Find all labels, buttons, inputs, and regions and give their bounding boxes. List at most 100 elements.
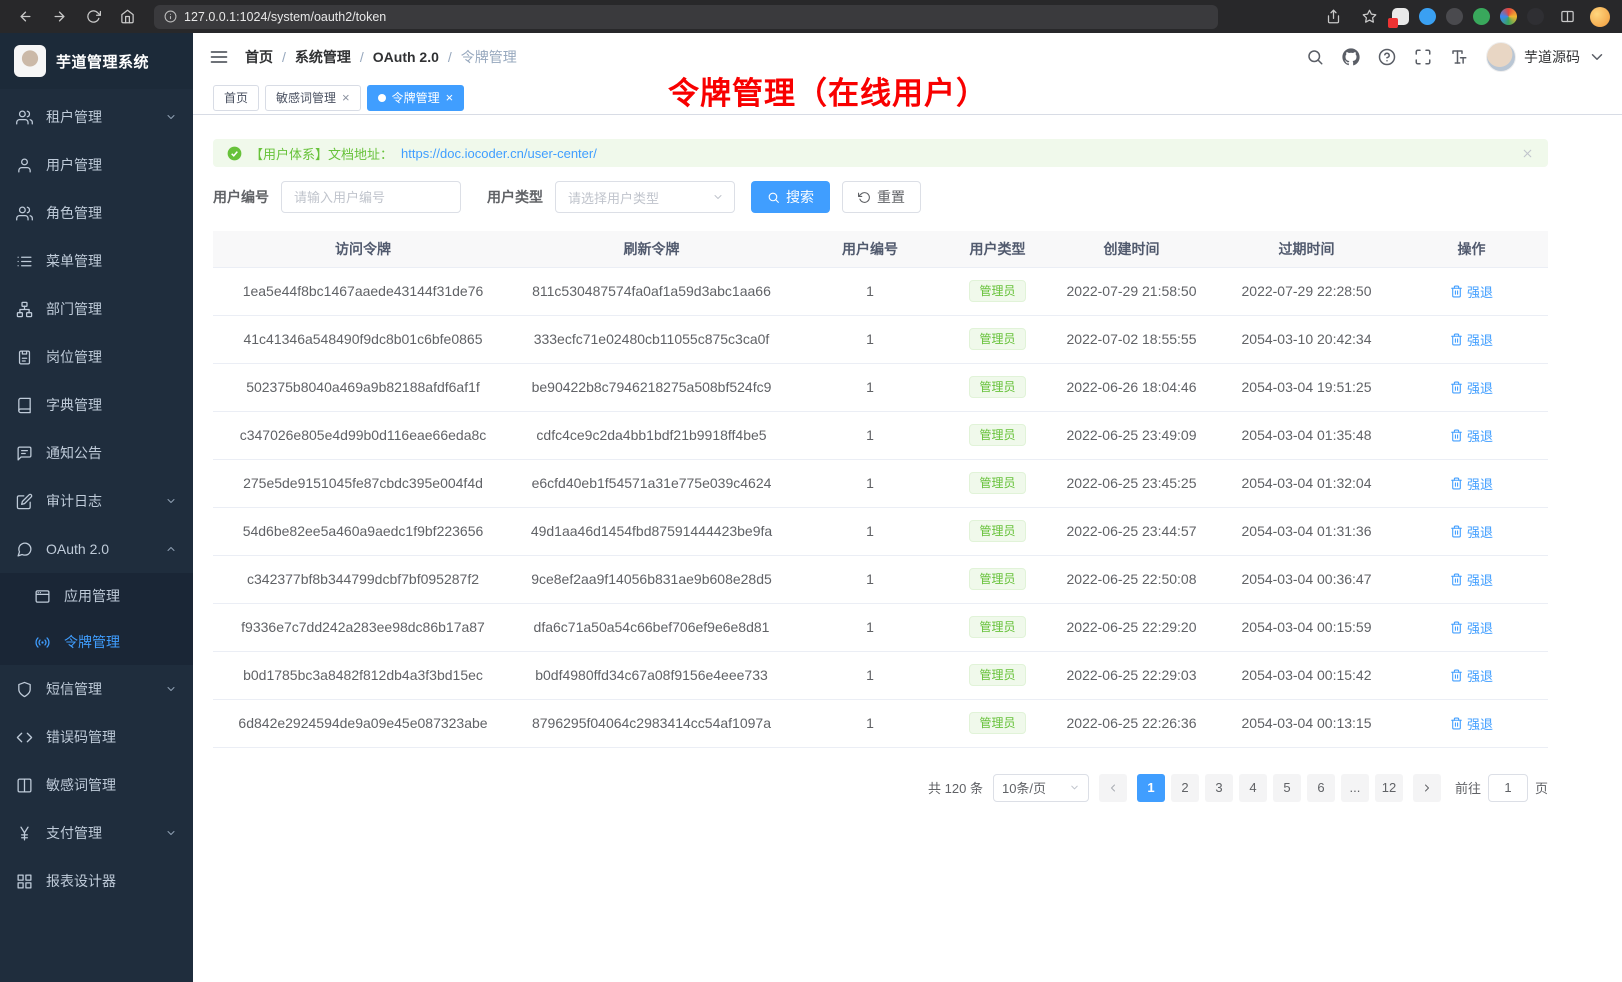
alert-close-icon[interactable]: [1521, 147, 1534, 160]
refresh-icon: [858, 191, 871, 204]
breadcrumb-oauth[interactable]: OAuth 2.0: [373, 49, 439, 65]
table-row: c342377bf8b344799dcbf7bf095287f2 9ce8ef2…: [213, 555, 1548, 603]
address-bar[interactable]: 127.0.0.1:1024/system/oauth2/token: [154, 5, 1218, 29]
sidebar-item-sms[interactable]: 短信管理: [0, 665, 193, 713]
sidebar-item-report-designer[interactable]: 报表设计器: [0, 857, 193, 905]
force-logout-button[interactable]: 强退: [1450, 330, 1493, 349]
split-view-icon[interactable]: [1554, 5, 1580, 29]
force-logout-button[interactable]: 强退: [1450, 714, 1493, 733]
force-logout-button[interactable]: 强退: [1450, 666, 1493, 685]
page-button[interactable]: 6: [1307, 774, 1335, 802]
user-type-tag: 管理员: [969, 424, 1025, 446]
table-row: 54d6be82ee5a460a9aedc1f9bf223656 49d1aa4…: [213, 507, 1548, 555]
tab-home[interactable]: 首页: [213, 85, 259, 111]
breadcrumb-system[interactable]: 系统管理: [295, 47, 351, 67]
sidebar-item-tenant[interactable]: 租户管理: [0, 93, 193, 141]
active-dot: [378, 94, 386, 102]
tab-sensitive-word[interactable]: 敏感词管理 ×: [265, 85, 361, 111]
sidebar-item-oauth[interactable]: OAuth 2.0: [0, 525, 193, 573]
table-row: 6d842e2924594de9a09e45e087323abe 8796295…: [213, 699, 1548, 747]
sidebar-item-error-code[interactable]: 错误码管理: [0, 713, 193, 761]
bookmark-star-button[interactable]: [1356, 5, 1382, 29]
app-logo-row[interactable]: 芋道管理系统: [0, 33, 193, 89]
browser-reload-button[interactable]: [80, 5, 106, 29]
app-icon: [34, 588, 51, 605]
user-type-tag: 管理员: [969, 520, 1025, 542]
page-button[interactable]: 12: [1375, 774, 1403, 802]
user-type-tag: 管理员: [969, 280, 1025, 302]
next-page-button[interactable]: [1413, 774, 1441, 802]
sidebar-item-oauth-token[interactable]: 令牌管理: [0, 619, 193, 665]
github-icon[interactable]: [1342, 48, 1360, 66]
sidebar-collapse-icon[interactable]: [209, 47, 229, 67]
sidebar-item-post[interactable]: 岗位管理: [0, 333, 193, 381]
sidebar-item-menu[interactable]: 菜单管理: [0, 237, 193, 285]
page-content: 【用户体系】文档地址： https://doc.iocoder.cn/user-…: [193, 115, 1622, 982]
user-avatar: [1486, 42, 1516, 72]
extension-icon[interactable]: [1392, 8, 1409, 25]
extension-icon[interactable]: [1527, 8, 1544, 25]
user-id-input[interactable]: [281, 181, 461, 213]
col-user-type: 用户类型: [950, 231, 1045, 267]
chevron-right-icon: [1421, 782, 1433, 794]
tab-token[interactable]: 令牌管理 ×: [367, 85, 465, 111]
doc-link[interactable]: https://doc.iocoder.cn/user-center/: [401, 146, 597, 161]
sidebar-item-dept[interactable]: 部门管理: [0, 285, 193, 333]
page-button[interactable]: 2: [1171, 774, 1199, 802]
help-icon[interactable]: [1378, 48, 1396, 66]
force-logout-button[interactable]: 强退: [1450, 426, 1493, 445]
browser-profile-avatar[interactable]: [1590, 7, 1610, 27]
close-icon[interactable]: ×: [446, 91, 454, 104]
sidebar-item-oauth-app[interactable]: 应用管理: [0, 573, 193, 619]
sidebar-item-role[interactable]: 角色管理: [0, 189, 193, 237]
browser-home-button[interactable]: [114, 5, 140, 29]
force-logout-button[interactable]: 强退: [1450, 618, 1493, 637]
sidebar-item-user[interactable]: 用户管理: [0, 141, 193, 189]
table-row: 275e5de9151045fe87cbdc395e004f4d e6cfd40…: [213, 459, 1548, 507]
extension-icon[interactable]: [1473, 8, 1490, 25]
force-logout-button[interactable]: 强退: [1450, 378, 1493, 397]
page-button[interactable]: 5: [1273, 774, 1301, 802]
search-icon[interactable]: [1306, 48, 1324, 66]
sidebar-item-dict[interactable]: 字典管理: [0, 381, 193, 429]
fullscreen-icon[interactable]: [1414, 48, 1432, 66]
annotation-text: 令牌管理（在线用户）: [668, 68, 988, 113]
page-goto-input[interactable]: [1488, 774, 1528, 802]
prev-page-button[interactable]: [1099, 774, 1127, 802]
extension-icon[interactable]: [1446, 8, 1463, 25]
browser-forward-button[interactable]: [46, 5, 72, 29]
sidebar-item-audit-log[interactable]: 审计日志: [0, 477, 193, 525]
extension-icon[interactable]: [1500, 8, 1517, 25]
font-size-icon[interactable]: [1450, 48, 1468, 66]
sidebar-item-payment[interactable]: 支付管理: [0, 809, 193, 857]
user-type-select[interactable]: 请选择用户类型: [555, 181, 735, 213]
browser-back-button[interactable]: [12, 5, 38, 29]
page-button[interactable]: 4: [1239, 774, 1267, 802]
force-logout-button[interactable]: 强退: [1450, 474, 1493, 493]
search-button[interactable]: 搜索: [751, 181, 830, 213]
force-logout-button[interactable]: 强退: [1450, 522, 1493, 541]
username: 芋道源码: [1524, 47, 1580, 67]
user-type-tag: 管理员: [969, 376, 1025, 398]
extension-icon[interactable]: [1419, 8, 1436, 25]
page-ellipsis[interactable]: ...: [1341, 774, 1369, 802]
page-size-select[interactable]: 10条/页: [993, 774, 1089, 802]
info-icon[interactable]: [164, 10, 177, 23]
force-logout-button[interactable]: 强退: [1450, 570, 1493, 589]
trash-icon: [1450, 669, 1463, 682]
table-row: c347026e805e4d99b0d116eae66eda8c cdfc4ce…: [213, 411, 1548, 459]
share-button[interactable]: [1320, 5, 1346, 29]
chevron-down-icon: [165, 683, 177, 695]
reset-button[interactable]: 重置: [842, 181, 921, 213]
page-button[interactable]: 3: [1205, 774, 1233, 802]
app-title: 芋道管理系统: [56, 51, 149, 72]
close-icon[interactable]: ×: [342, 91, 350, 104]
org-tree-icon: [16, 301, 33, 318]
user-type-tag: 管理员: [969, 328, 1025, 350]
user-menu[interactable]: 芋道源码: [1486, 42, 1606, 72]
force-logout-button[interactable]: 强退: [1450, 282, 1493, 301]
sidebar-item-sensitive-word[interactable]: 敏感词管理: [0, 761, 193, 809]
page-button[interactable]: 1: [1137, 774, 1165, 802]
breadcrumb-home[interactable]: 首页: [245, 47, 273, 67]
sidebar-item-notice[interactable]: 通知公告: [0, 429, 193, 477]
